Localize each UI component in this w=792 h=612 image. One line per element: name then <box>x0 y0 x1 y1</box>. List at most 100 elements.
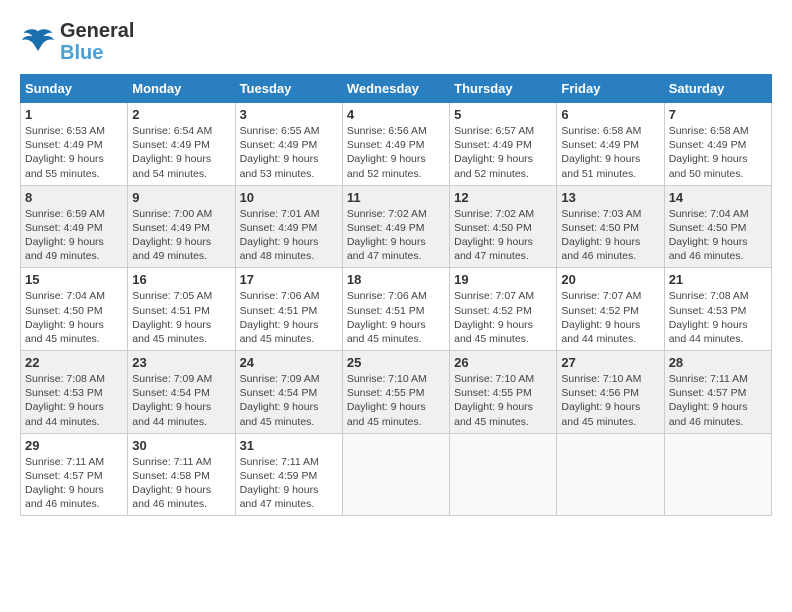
day-number: 11 <box>347 190 445 205</box>
logo-blue: Blue <box>60 42 134 64</box>
day-info: Sunrise: 6:59 AM Sunset: 4:49 PM Dayligh… <box>25 207 123 264</box>
day-number: 10 <box>240 190 338 205</box>
calendar-cell: 18 Sunrise: 7:06 AM Sunset: 4:51 PM Dayl… <box>342 268 449 351</box>
calendar-week-2: 15 Sunrise: 7:04 AM Sunset: 4:50 PM Dayl… <box>21 268 772 351</box>
day-number: 28 <box>669 355 767 370</box>
day-number: 22 <box>25 355 123 370</box>
calendar-week-1: 8 Sunrise: 6:59 AM Sunset: 4:49 PM Dayli… <box>21 185 772 268</box>
calendar-week-4: 29 Sunrise: 7:11 AM Sunset: 4:57 PM Dayl… <box>21 433 772 516</box>
day-number: 16 <box>132 272 230 287</box>
logo: General Blue <box>20 20 134 64</box>
logo-icon <box>20 24 56 60</box>
calendar-cell: 12 Sunrise: 7:02 AM Sunset: 4:50 PM Dayl… <box>450 185 557 268</box>
day-number: 7 <box>669 107 767 122</box>
day-number: 30 <box>132 438 230 453</box>
calendar-cell: 7 Sunrise: 6:58 AM Sunset: 4:49 PM Dayli… <box>664 103 771 186</box>
calendar-cell <box>342 433 449 516</box>
calendar-cell: 22 Sunrise: 7:08 AM Sunset: 4:53 PM Dayl… <box>21 351 128 434</box>
calendar-cell: 25 Sunrise: 7:10 AM Sunset: 4:55 PM Dayl… <box>342 351 449 434</box>
calendar-cell: 15 Sunrise: 7:04 AM Sunset: 4:50 PM Dayl… <box>21 268 128 351</box>
day-number: 26 <box>454 355 552 370</box>
day-info: Sunrise: 7:03 AM Sunset: 4:50 PM Dayligh… <box>561 207 659 264</box>
day-info: Sunrise: 7:06 AM Sunset: 4:51 PM Dayligh… <box>240 289 338 346</box>
day-info: Sunrise: 7:11 AM Sunset: 4:57 PM Dayligh… <box>669 372 767 429</box>
day-number: 23 <box>132 355 230 370</box>
calendar-cell: 27 Sunrise: 7:10 AM Sunset: 4:56 PM Dayl… <box>557 351 664 434</box>
day-number: 20 <box>561 272 659 287</box>
calendar-cell: 14 Sunrise: 7:04 AM Sunset: 4:50 PM Dayl… <box>664 185 771 268</box>
day-info: Sunrise: 6:57 AM Sunset: 4:49 PM Dayligh… <box>454 124 552 181</box>
calendar-cell: 26 Sunrise: 7:10 AM Sunset: 4:55 PM Dayl… <box>450 351 557 434</box>
day-number: 29 <box>25 438 123 453</box>
calendar-cell: 19 Sunrise: 7:07 AM Sunset: 4:52 PM Dayl… <box>450 268 557 351</box>
calendar-table: SundayMondayTuesdayWednesdayThursdayFrid… <box>20 74 772 516</box>
calendar-cell: 2 Sunrise: 6:54 AM Sunset: 4:49 PM Dayli… <box>128 103 235 186</box>
calendar-cell: 24 Sunrise: 7:09 AM Sunset: 4:54 PM Dayl… <box>235 351 342 434</box>
calendar-cell: 20 Sunrise: 7:07 AM Sunset: 4:52 PM Dayl… <box>557 268 664 351</box>
day-info: Sunrise: 7:09 AM Sunset: 4:54 PM Dayligh… <box>132 372 230 429</box>
calendar-cell: 9 Sunrise: 7:00 AM Sunset: 4:49 PM Dayli… <box>128 185 235 268</box>
calendar-cell: 11 Sunrise: 7:02 AM Sunset: 4:49 PM Dayl… <box>342 185 449 268</box>
day-number: 8 <box>25 190 123 205</box>
calendar-header-row: SundayMondayTuesdayWednesdayThursdayFrid… <box>21 75 772 103</box>
logo-general: General <box>60 20 134 42</box>
day-info: Sunrise: 7:11 AM Sunset: 4:58 PM Dayligh… <box>132 455 230 512</box>
calendar-header-sunday: Sunday <box>21 75 128 103</box>
day-info: Sunrise: 7:00 AM Sunset: 4:49 PM Dayligh… <box>132 207 230 264</box>
day-info: Sunrise: 6:54 AM Sunset: 4:49 PM Dayligh… <box>132 124 230 181</box>
day-number: 24 <box>240 355 338 370</box>
day-info: Sunrise: 6:58 AM Sunset: 4:49 PM Dayligh… <box>669 124 767 181</box>
day-info: Sunrise: 7:10 AM Sunset: 4:56 PM Dayligh… <box>561 372 659 429</box>
calendar-cell: 31 Sunrise: 7:11 AM Sunset: 4:59 PM Dayl… <box>235 433 342 516</box>
day-number: 4 <box>347 107 445 122</box>
day-info: Sunrise: 7:04 AM Sunset: 4:50 PM Dayligh… <box>669 207 767 264</box>
calendar-cell <box>664 433 771 516</box>
calendar-header-tuesday: Tuesday <box>235 75 342 103</box>
day-info: Sunrise: 7:10 AM Sunset: 4:55 PM Dayligh… <box>347 372 445 429</box>
day-number: 19 <box>454 272 552 287</box>
day-number: 5 <box>454 107 552 122</box>
day-number: 27 <box>561 355 659 370</box>
day-info: Sunrise: 7:08 AM Sunset: 4:53 PM Dayligh… <box>669 289 767 346</box>
calendar-cell: 4 Sunrise: 6:56 AM Sunset: 4:49 PM Dayli… <box>342 103 449 186</box>
logo-text-block: General Blue <box>60 20 134 64</box>
day-number: 1 <box>25 107 123 122</box>
calendar-cell: 5 Sunrise: 6:57 AM Sunset: 4:49 PM Dayli… <box>450 103 557 186</box>
day-info: Sunrise: 7:02 AM Sunset: 4:49 PM Dayligh… <box>347 207 445 264</box>
calendar-header-monday: Monday <box>128 75 235 103</box>
day-number: 18 <box>347 272 445 287</box>
day-info: Sunrise: 6:53 AM Sunset: 4:49 PM Dayligh… <box>25 124 123 181</box>
day-number: 21 <box>669 272 767 287</box>
day-info: Sunrise: 7:11 AM Sunset: 4:57 PM Dayligh… <box>25 455 123 512</box>
day-number: 9 <box>132 190 230 205</box>
calendar-cell: 1 Sunrise: 6:53 AM Sunset: 4:49 PM Dayli… <box>21 103 128 186</box>
calendar-cell: 6 Sunrise: 6:58 AM Sunset: 4:49 PM Dayli… <box>557 103 664 186</box>
calendar-cell <box>557 433 664 516</box>
calendar-header-wednesday: Wednesday <box>342 75 449 103</box>
calendar-cell: 29 Sunrise: 7:11 AM Sunset: 4:57 PM Dayl… <box>21 433 128 516</box>
day-info: Sunrise: 6:56 AM Sunset: 4:49 PM Dayligh… <box>347 124 445 181</box>
day-number: 31 <box>240 438 338 453</box>
day-info: Sunrise: 6:58 AM Sunset: 4:49 PM Dayligh… <box>561 124 659 181</box>
day-number: 2 <box>132 107 230 122</box>
day-number: 15 <box>25 272 123 287</box>
calendar-cell: 23 Sunrise: 7:09 AM Sunset: 4:54 PM Dayl… <box>128 351 235 434</box>
calendar-header-friday: Friday <box>557 75 664 103</box>
day-info: Sunrise: 6:55 AM Sunset: 4:49 PM Dayligh… <box>240 124 338 181</box>
day-info: Sunrise: 7:01 AM Sunset: 4:49 PM Dayligh… <box>240 207 338 264</box>
calendar-cell: 8 Sunrise: 6:59 AM Sunset: 4:49 PM Dayli… <box>21 185 128 268</box>
day-info: Sunrise: 7:02 AM Sunset: 4:50 PM Dayligh… <box>454 207 552 264</box>
day-info: Sunrise: 7:09 AM Sunset: 4:54 PM Dayligh… <box>240 372 338 429</box>
calendar-cell: 13 Sunrise: 7:03 AM Sunset: 4:50 PM Dayl… <box>557 185 664 268</box>
calendar-cell <box>450 433 557 516</box>
calendar-header-thursday: Thursday <box>450 75 557 103</box>
day-number: 17 <box>240 272 338 287</box>
day-info: Sunrise: 7:08 AM Sunset: 4:53 PM Dayligh… <box>25 372 123 429</box>
day-number: 25 <box>347 355 445 370</box>
calendar-week-0: 1 Sunrise: 6:53 AM Sunset: 4:49 PM Dayli… <box>21 103 772 186</box>
day-info: Sunrise: 7:04 AM Sunset: 4:50 PM Dayligh… <box>25 289 123 346</box>
calendar-cell: 16 Sunrise: 7:05 AM Sunset: 4:51 PM Dayl… <box>128 268 235 351</box>
day-info: Sunrise: 7:11 AM Sunset: 4:59 PM Dayligh… <box>240 455 338 512</box>
calendar-cell: 10 Sunrise: 7:01 AM Sunset: 4:49 PM Dayl… <box>235 185 342 268</box>
calendar-cell: 17 Sunrise: 7:06 AM Sunset: 4:51 PM Dayl… <box>235 268 342 351</box>
